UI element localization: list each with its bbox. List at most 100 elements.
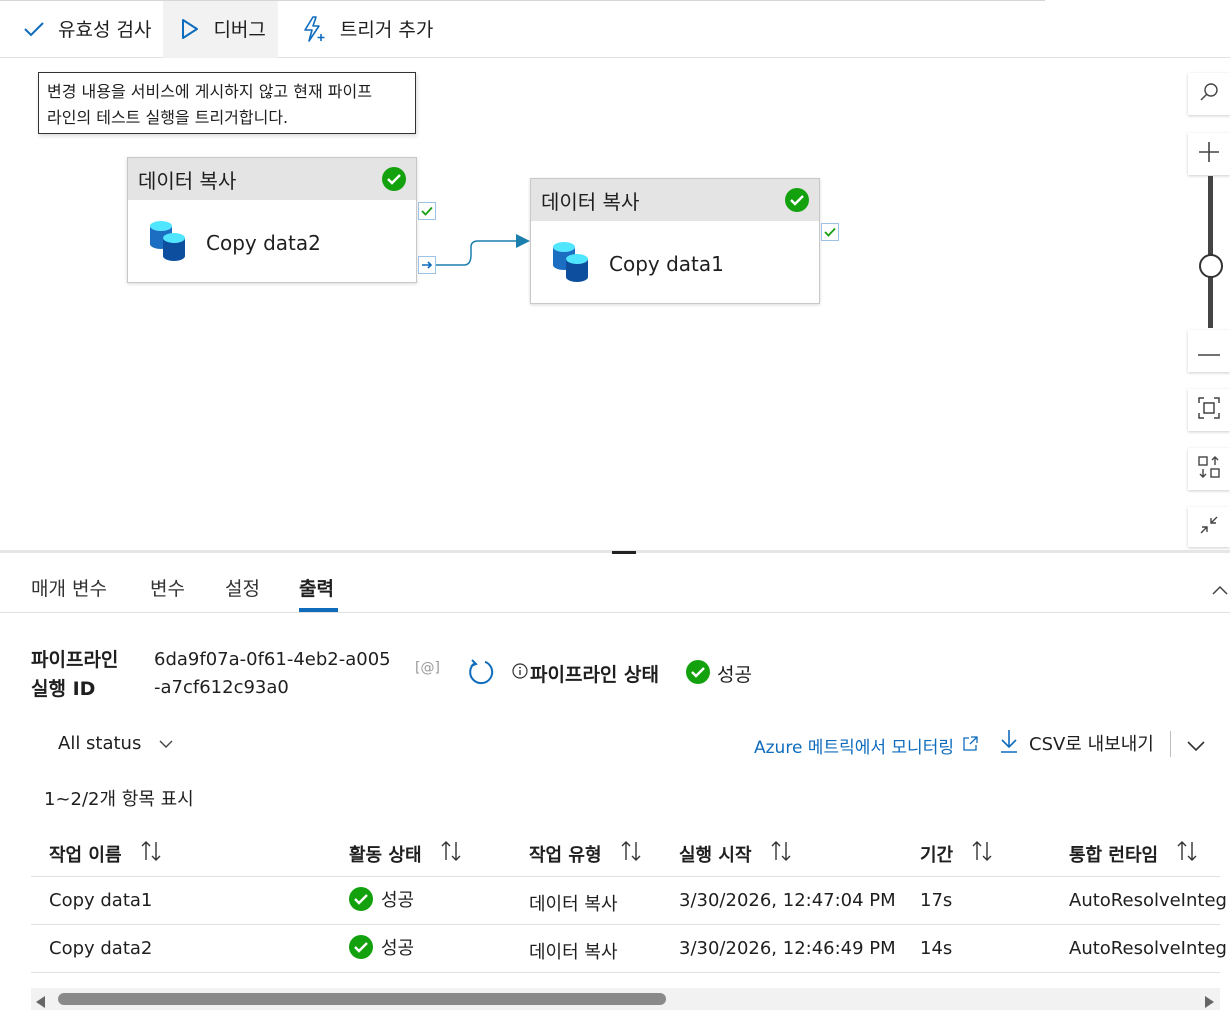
cell-activity-name[interactable]: Copy data2 bbox=[49, 938, 152, 959]
bottom-panel-tabs: 매개 변수 변수 설정 출력 bbox=[0, 560, 1230, 613]
cell-integration-runtime: AutoResolveInteg bbox=[1069, 890, 1227, 911]
column-header-label: 작업 이름 bbox=[49, 844, 122, 866]
success-check-icon bbox=[382, 167, 406, 191]
validate-label: 유효성 검사 bbox=[58, 19, 152, 41]
play-icon bbox=[181, 18, 199, 40]
success-check-icon bbox=[349, 935, 373, 959]
success-check-icon bbox=[349, 887, 373, 911]
minus-icon bbox=[1197, 342, 1221, 361]
download-icon bbox=[1000, 729, 1018, 757]
toolbar: 유효성 검사 디버그 트리거 추가 bbox=[0, 0, 1230, 58]
cell-run-start: 3/30/2026, 12:46:49 PM bbox=[679, 938, 896, 959]
info-icon bbox=[512, 663, 528, 683]
add-trigger-label: 트리거 추가 bbox=[339, 19, 434, 41]
completion-output-port[interactable] bbox=[418, 256, 436, 274]
export-csv-button[interactable]: CSV로 내보내기 bbox=[1000, 729, 1154, 757]
add-trigger-button[interactable]: 트리거 추가 bbox=[278, 0, 445, 58]
debug-button[interactable]: 디버그 bbox=[163, 0, 278, 58]
azure-monitor-link-text: Azure 메트릭에서 모니터링 bbox=[754, 738, 954, 758]
run-id-label-line-2: 실행 ID bbox=[31, 678, 96, 700]
chevron-down-icon bbox=[159, 733, 173, 754]
row-divider bbox=[31, 972, 1220, 973]
success-output-port[interactable] bbox=[821, 223, 839, 241]
sort-icon bbox=[140, 840, 162, 867]
column-header-label: 통합 런타임 bbox=[1069, 844, 1159, 866]
cell-integration-runtime: AutoResolveInteg bbox=[1069, 938, 1227, 959]
chevron-up-icon[interactable] bbox=[1212, 580, 1228, 599]
auto-align-button[interactable] bbox=[1188, 448, 1230, 490]
cell-duration: 17s bbox=[920, 890, 953, 911]
copy-run-id-icon[interactable]: [@] bbox=[415, 660, 440, 676]
cell-activity-name[interactable]: Copy data1 bbox=[49, 890, 152, 911]
copy-data-icon bbox=[148, 218, 188, 267]
tab-parameters[interactable]: 매개 변수 bbox=[31, 574, 107, 601]
sort-icon bbox=[971, 840, 993, 867]
column-header-runtime[interactable]: 통합 런타임 bbox=[1069, 840, 1198, 867]
status-text: 성공 bbox=[381, 890, 415, 911]
zoom-slider-thumb[interactable] bbox=[1199, 254, 1223, 278]
sort-icon bbox=[620, 840, 642, 867]
tab-output[interactable]: 출력 bbox=[299, 574, 334, 601]
azure-monitor-link[interactable]: Azure 메트릭에서 모니터링 bbox=[754, 733, 978, 758]
collapse-canvas-button[interactable] bbox=[1188, 507, 1230, 547]
activity-header: 데이터 복사 bbox=[531, 179, 819, 221]
tab-variables[interactable]: 변수 bbox=[150, 574, 185, 601]
column-header-type[interactable]: 작업 유형 bbox=[529, 840, 642, 867]
pipeline-status-value: 성공 bbox=[717, 664, 752, 686]
copy-data-icon bbox=[551, 239, 591, 288]
run-id-label: 파이프라인 실행 ID bbox=[31, 646, 118, 704]
header-divider bbox=[31, 876, 1220, 877]
external-link-icon bbox=[962, 735, 978, 756]
activity-copy-data1[interactable]: 데이터 복사 Copy data1 bbox=[530, 178, 820, 304]
activity-type-label: 데이터 복사 bbox=[138, 168, 237, 193]
fit-to-window-button[interactable] bbox=[1188, 389, 1230, 431]
toolbar-divider bbox=[1170, 731, 1171, 757]
run-id-value: 6da9f07a-0f61-4eb2-a005 -a7cf612c93a0 bbox=[154, 646, 391, 702]
zoom-slider-track[interactable] bbox=[1208, 176, 1213, 328]
chevron-down-icon[interactable] bbox=[1187, 737, 1205, 756]
cell-run-start: 3/30/2026, 12:47:04 PM bbox=[679, 890, 896, 911]
column-header-name[interactable]: 작업 이름 bbox=[49, 840, 162, 867]
lightning-add-icon bbox=[302, 15, 326, 42]
scroll-right-arrow-icon[interactable] bbox=[1204, 993, 1214, 1012]
scrollbar-thumb[interactable] bbox=[58, 993, 666, 1005]
activity-body: Copy data2 bbox=[128, 200, 416, 267]
tooltip-line-2: 라인의 테스트 실행을 트리거합니다. bbox=[47, 108, 289, 127]
activity-type-label: 데이터 복사 bbox=[541, 189, 640, 214]
success-output-port[interactable] bbox=[418, 202, 436, 220]
collapse-icon bbox=[1198, 514, 1220, 540]
validate-button[interactable]: 유효성 검사 bbox=[0, 0, 163, 58]
debug-tooltip: 변경 내용을 서비스에 게시하지 않고 현재 파이프 라인의 테스트 실행을 트… bbox=[38, 72, 416, 134]
zoom-out-button[interactable] bbox=[1188, 330, 1230, 372]
sort-icon bbox=[440, 840, 462, 867]
run-id-label-line-1: 파이프라인 bbox=[31, 649, 119, 671]
search-icon bbox=[1198, 81, 1220, 107]
success-check-icon bbox=[686, 660, 710, 684]
splitter-handle[interactable] bbox=[612, 551, 636, 554]
column-header-duration[interactable]: 기간 bbox=[920, 840, 993, 867]
row-divider bbox=[31, 924, 1220, 925]
zoom-in-button[interactable] bbox=[1188, 133, 1230, 175]
activity-name: Copy data2 bbox=[206, 230, 321, 255]
toolbar-topline bbox=[0, 0, 1045, 3]
column-header-start[interactable]: 실행 시작 bbox=[679, 840, 792, 867]
activity-copy-data2[interactable]: 데이터 복사 Copy data2 bbox=[127, 157, 417, 283]
activity-body: Copy data1 bbox=[531, 221, 819, 288]
plus-icon bbox=[1197, 140, 1221, 168]
column-header-status[interactable]: 활동 상태 bbox=[349, 840, 462, 867]
column-header-label: 기간 bbox=[920, 844, 954, 866]
auto-align-icon bbox=[1197, 455, 1221, 483]
refresh-icon[interactable] bbox=[467, 658, 495, 690]
status-filter-dropdown[interactable]: All status bbox=[58, 733, 173, 754]
activity-name: Copy data1 bbox=[609, 251, 724, 276]
status-text: 성공 bbox=[381, 938, 415, 959]
item-count-text: 1~2/2개 항목 표시 bbox=[44, 789, 194, 810]
fit-screen-icon bbox=[1197, 396, 1221, 424]
scroll-left-arrow-icon[interactable] bbox=[36, 993, 46, 1012]
cell-activity-type: 데이터 복사 bbox=[529, 942, 618, 963]
sort-icon bbox=[770, 840, 792, 867]
tab-settings[interactable]: 설정 bbox=[225, 574, 260, 601]
cell-duration: 14s bbox=[920, 938, 953, 959]
search-canvas-button[interactable] bbox=[1188, 73, 1230, 115]
run-id-line-2: -a7cf612c93a0 bbox=[154, 677, 289, 698]
